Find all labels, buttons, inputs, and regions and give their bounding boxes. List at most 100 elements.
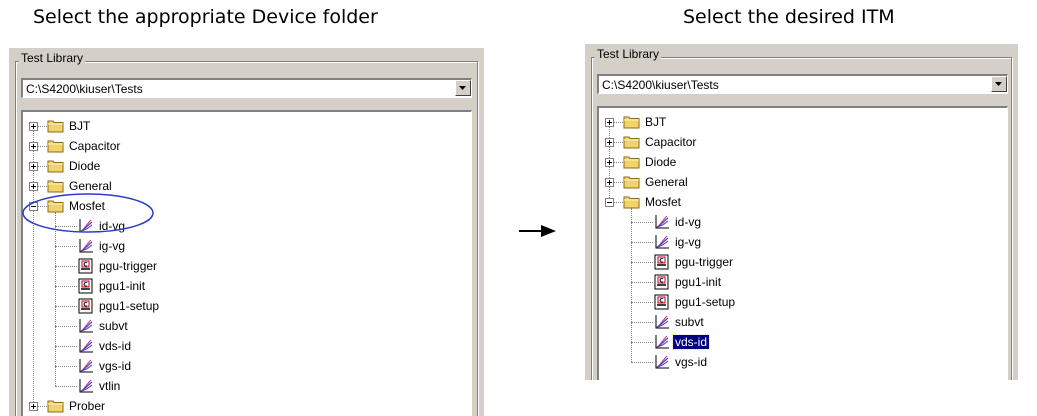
tree-item-ig-vg[interactable]: ig-vg bbox=[23, 236, 471, 256]
tree-node-label: pgu1-init bbox=[99, 279, 146, 293]
itm-graph-icon bbox=[77, 338, 95, 354]
itm-graph-icon bbox=[77, 318, 95, 334]
tree-connector bbox=[614, 182, 623, 184]
library-path-combo[interactable]: C:\S4200\kiuser\Tests bbox=[597, 74, 1008, 94]
tree-node-label: vgs-id bbox=[99, 359, 132, 373]
tree-connector bbox=[55, 306, 77, 308]
tree-item-vds-id[interactable]: vds-id bbox=[599, 332, 1007, 352]
expand-icon[interactable] bbox=[605, 158, 614, 167]
itm-graph-icon bbox=[653, 334, 671, 350]
tree-connector bbox=[38, 186, 47, 188]
tree-item-subvt[interactable]: subvt bbox=[23, 316, 471, 336]
expand-icon[interactable] bbox=[29, 142, 38, 151]
right-arrow-icon bbox=[519, 225, 556, 237]
combo-dropdown-button[interactable] bbox=[991, 76, 1007, 92]
project-tree[interactable]: BJT Capacitor Diode General Mosfet id-vg ig-vg… bbox=[21, 110, 472, 416]
tree-item-subvt[interactable]: subvt bbox=[599, 312, 1007, 332]
itm-graph-icon bbox=[653, 354, 671, 370]
tree-node-label: Prober bbox=[69, 399, 106, 413]
folder-icon bbox=[47, 158, 65, 174]
tree-item-vtlin[interactable]: vtlin bbox=[23, 376, 471, 396]
tree-folder-prober[interactable]: Prober bbox=[23, 396, 471, 416]
tree-node-label: BJT bbox=[645, 115, 667, 129]
folder-icon bbox=[623, 134, 641, 150]
tree-folder-diode[interactable]: Diode bbox=[23, 156, 471, 176]
tree-node-label: Capacitor bbox=[645, 135, 697, 149]
svg-text:C: C bbox=[83, 262, 88, 269]
tree-item-vgs-id[interactable]: vgs-id bbox=[599, 352, 1007, 372]
expand-icon[interactable] bbox=[605, 118, 614, 127]
tree-node-label: vds-id bbox=[99, 339, 132, 353]
heading-select-itm: Select the desired ITM bbox=[683, 6, 895, 28]
tree-item-vds-id[interactable]: vds-id bbox=[23, 336, 471, 356]
collapse-icon[interactable] bbox=[605, 198, 614, 207]
tree-node-label: Mosfet bbox=[645, 195, 682, 209]
itm-graph-icon bbox=[77, 238, 95, 254]
tree-folder-mosfet[interactable]: Mosfet bbox=[599, 192, 1007, 212]
tree-connector bbox=[38, 126, 47, 128]
folder-icon bbox=[47, 138, 65, 154]
tree-node-label: pgu1-init bbox=[675, 275, 722, 289]
tree-node-label: ig-vg bbox=[675, 235, 702, 249]
tree-node-label: ig-vg bbox=[99, 239, 126, 253]
expand-icon[interactable] bbox=[29, 122, 38, 131]
tree-node-label: vtlin bbox=[99, 379, 121, 393]
library-path-combo[interactable]: C:\S4200\kiuser\Tests bbox=[21, 78, 472, 98]
highlight-oval bbox=[22, 193, 154, 233]
tree-connector bbox=[55, 266, 77, 268]
tree-node-label: pgu-trigger bbox=[675, 255, 734, 269]
ucm-module-icon: C bbox=[77, 278, 95, 294]
tree-item-pgu-trigger[interactable]: Cpgu-trigger bbox=[599, 252, 1007, 272]
tree-item-id-vg[interactable]: id-vg bbox=[599, 212, 1007, 232]
tree-item-pgu1-setup[interactable]: Cpgu1-setup bbox=[23, 296, 471, 316]
expand-icon[interactable] bbox=[29, 182, 38, 191]
tree-folder-bjt[interactable]: BJT bbox=[23, 116, 471, 136]
tree-node-label: Diode bbox=[645, 155, 677, 169]
expand-icon[interactable] bbox=[605, 178, 614, 187]
tree-item-pgu1-setup[interactable]: Cpgu1-setup bbox=[599, 292, 1007, 312]
folder-icon bbox=[47, 398, 65, 414]
combo-dropdown-button[interactable] bbox=[455, 80, 471, 96]
svg-text:C: C bbox=[659, 298, 664, 305]
ucm-module-icon: C bbox=[77, 298, 95, 314]
tree-node-label: General bbox=[645, 175, 688, 189]
tree-connector bbox=[38, 406, 47, 408]
tree-item-pgu1-init[interactable]: Cpgu1-init bbox=[23, 276, 471, 296]
itm-graph-icon bbox=[653, 214, 671, 230]
tree-connector bbox=[614, 202, 623, 204]
svg-text:C: C bbox=[659, 278, 664, 285]
tree-item-pgu-trigger[interactable]: Cpgu-trigger bbox=[23, 256, 471, 276]
folder-icon bbox=[47, 118, 65, 134]
tree-node-label: id-vg bbox=[675, 215, 702, 229]
tree-folder-capacitor[interactable]: Capacitor bbox=[599, 132, 1007, 152]
tree-item-ig-vg[interactable]: ig-vg bbox=[599, 232, 1007, 252]
tree-connector bbox=[631, 302, 653, 304]
ucm-module-icon: C bbox=[653, 254, 671, 270]
tree-connector bbox=[631, 342, 653, 344]
ucm-module-icon: C bbox=[653, 274, 671, 290]
tree-node-label: subvt bbox=[99, 319, 128, 333]
tree-connector bbox=[614, 142, 623, 144]
tree-connector bbox=[631, 242, 653, 244]
tree-item-pgu1-init[interactable]: Cpgu1-init bbox=[599, 272, 1007, 292]
itm-graph-icon bbox=[653, 234, 671, 250]
expand-icon[interactable] bbox=[605, 138, 614, 147]
svg-text:C: C bbox=[659, 258, 664, 265]
tree-folder-capacitor[interactable]: Capacitor bbox=[23, 136, 471, 156]
itm-graph-icon bbox=[77, 358, 95, 374]
tree-folder-diode[interactable]: Diode bbox=[599, 152, 1007, 172]
folder-icon bbox=[623, 114, 641, 130]
tree-connector bbox=[55, 326, 77, 328]
tree-connector bbox=[55, 286, 77, 288]
tree-node-label: Capacitor bbox=[69, 139, 121, 153]
tree-connector bbox=[55, 246, 77, 248]
tree-item-vgs-id[interactable]: vgs-id bbox=[23, 356, 471, 376]
tree-folder-bjt[interactable]: BJT bbox=[599, 112, 1007, 132]
library-path-value: C:\S4200\kiuser\Tests bbox=[602, 78, 719, 92]
expand-icon[interactable] bbox=[29, 402, 38, 411]
tree-folder-general[interactable]: General bbox=[599, 172, 1007, 192]
project-tree[interactable]: BJT Capacitor Diode General Mosfet id-vg ig-vg… bbox=[597, 106, 1008, 380]
ucm-module-icon: C bbox=[653, 294, 671, 310]
expand-icon[interactable] bbox=[29, 162, 38, 171]
tree-connector bbox=[614, 122, 623, 124]
